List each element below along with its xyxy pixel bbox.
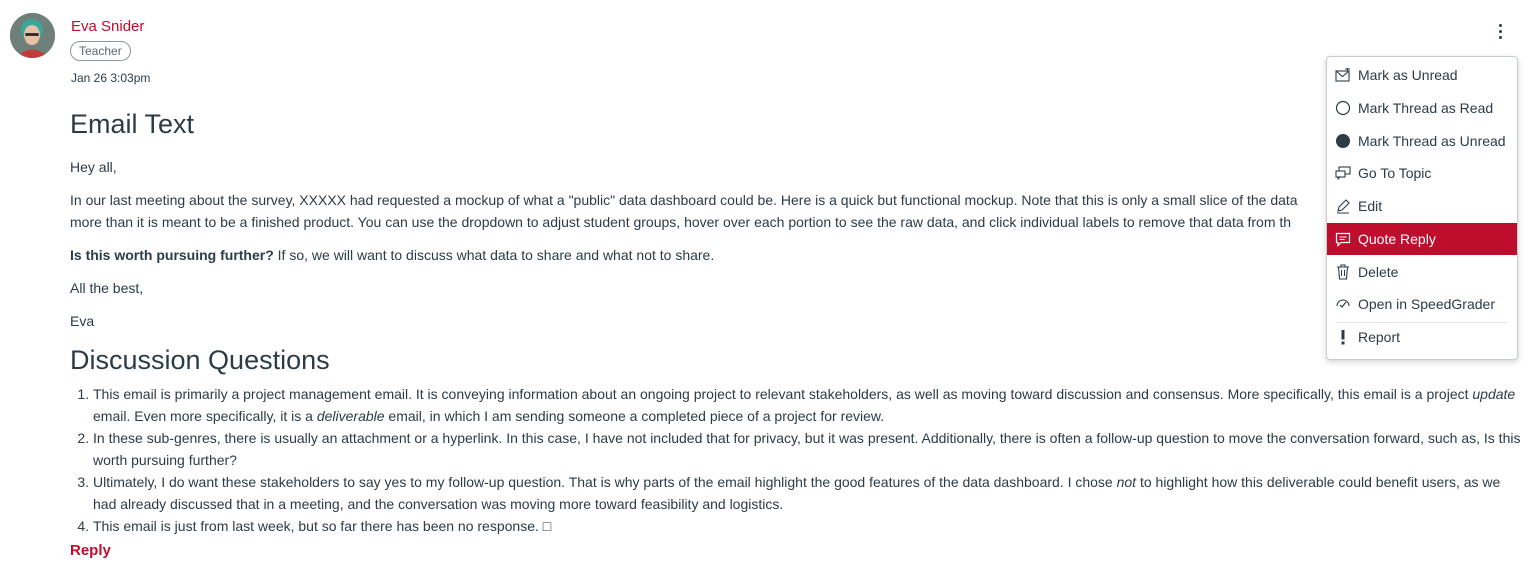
list-item: In these sub-genres, there is usually an… — [93, 427, 1525, 471]
closing: All the best, — [70, 280, 144, 296]
list-item-text: Ultimately, I do want these stakeholders… — [93, 474, 1117, 490]
menu-item-label: Mark Thread as Unread — [1358, 133, 1506, 149]
kebab-dot — [1498, 35, 1502, 39]
list-item-emphasis: not — [1116, 474, 1137, 490]
list-item-emphasis: update — [1472, 386, 1516, 402]
post-date: Jan 26 3:03pm — [71, 71, 151, 85]
avatar[interactable] — [10, 13, 55, 58]
pencil-icon — [1328, 198, 1358, 214]
menu-item-label: Go To Topic — [1358, 165, 1432, 181]
list-item-text: email, in which I am sending someone a c… — [384, 408, 885, 424]
signature: Eva — [70, 313, 95, 329]
more-options-button[interactable] — [1490, 18, 1510, 44]
reply-link[interactable]: Reply — [70, 542, 111, 559]
author-name[interactable]: Eva Snider — [71, 18, 144, 35]
post-content: Email Text Hey all, In our last meeting … — [70, 106, 1525, 560]
list-item: This email is primarily a project manage… — [93, 383, 1525, 427]
kebab-dot — [1498, 29, 1502, 33]
circle-outline-icon — [1328, 100, 1358, 116]
menu-item-label: Quote Reply — [1358, 231, 1436, 247]
list-item-text: This email is primarily a project manage… — [93, 386, 1473, 402]
menu-item-label: Delete — [1358, 264, 1399, 280]
question-paragraph: Is this worth pursuing further? If so, w… — [70, 244, 1525, 266]
menu-item-mark-as-unread[interactable]: Mark as Unread — [1327, 59, 1517, 91]
quote-icon — [1328, 232, 1358, 247]
question-bold: Is this worth pursuing further? — [70, 247, 274, 263]
menu-item-go-to-topic[interactable]: Go To Topic — [1327, 157, 1517, 189]
menu-item-mark-thread-read[interactable]: Mark Thread as Read — [1327, 92, 1517, 124]
exclamation-icon — [1328, 329, 1358, 345]
menu-item-edit[interactable]: Edit — [1327, 190, 1517, 222]
list-item-emphasis: deliverable — [316, 408, 385, 424]
kebab-dot — [1498, 23, 1502, 27]
menu-item-label: Mark as Unread — [1358, 67, 1458, 83]
menu-item-delete[interactable]: Delete — [1327, 256, 1517, 288]
list-item: This email is just from last week, but s… — [93, 515, 1525, 537]
list-item: Ultimately, I do want these stakeholders… — [93, 471, 1525, 515]
menu-item-label: Report — [1358, 329, 1401, 345]
intro-line-2: more than it is meant to be a finished p… — [70, 214, 1292, 230]
menu-item-report[interactable]: Report — [1327, 321, 1517, 353]
menu-item-label: Edit — [1358, 198, 1383, 214]
intro-paragraph: In our last meeting about the survey, XX… — [70, 189, 1330, 233]
speedgrader-icon — [1328, 296, 1358, 312]
discussion-title: Discussion Questions — [70, 345, 330, 375]
discussion-icon — [1328, 166, 1358, 180]
intro-line-1: In our last meeting about the survey, XX… — [70, 192, 1298, 208]
role-badge: Teacher — [70, 41, 131, 61]
question-rest: If so, we will want to discuss what data… — [273, 247, 715, 263]
circle-filled-icon — [1328, 133, 1358, 149]
menu-item-open-speedgrader[interactable]: Open in SpeedGrader — [1327, 288, 1517, 320]
list-item-text: email. Even more specifically, it is a — [93, 408, 317, 424]
menu-item-label: Mark Thread as Read — [1358, 100, 1494, 116]
menu-item-quote-reply[interactable]: Quote Reply — [1327, 223, 1517, 255]
options-menu: Mark as Unread Mark Thread as Read Mark … — [1326, 56, 1518, 360]
trash-icon — [1328, 264, 1358, 280]
menu-item-mark-thread-unread[interactable]: Mark Thread as Unread — [1327, 125, 1517, 157]
greeting: Hey all, — [70, 159, 117, 175]
discussion-list: This email is primarily a project manage… — [70, 383, 1525, 537]
menu-item-label: Open in SpeedGrader — [1358, 296, 1495, 312]
mail-icon — [1328, 68, 1358, 82]
post-title: Email Text — [70, 109, 195, 139]
